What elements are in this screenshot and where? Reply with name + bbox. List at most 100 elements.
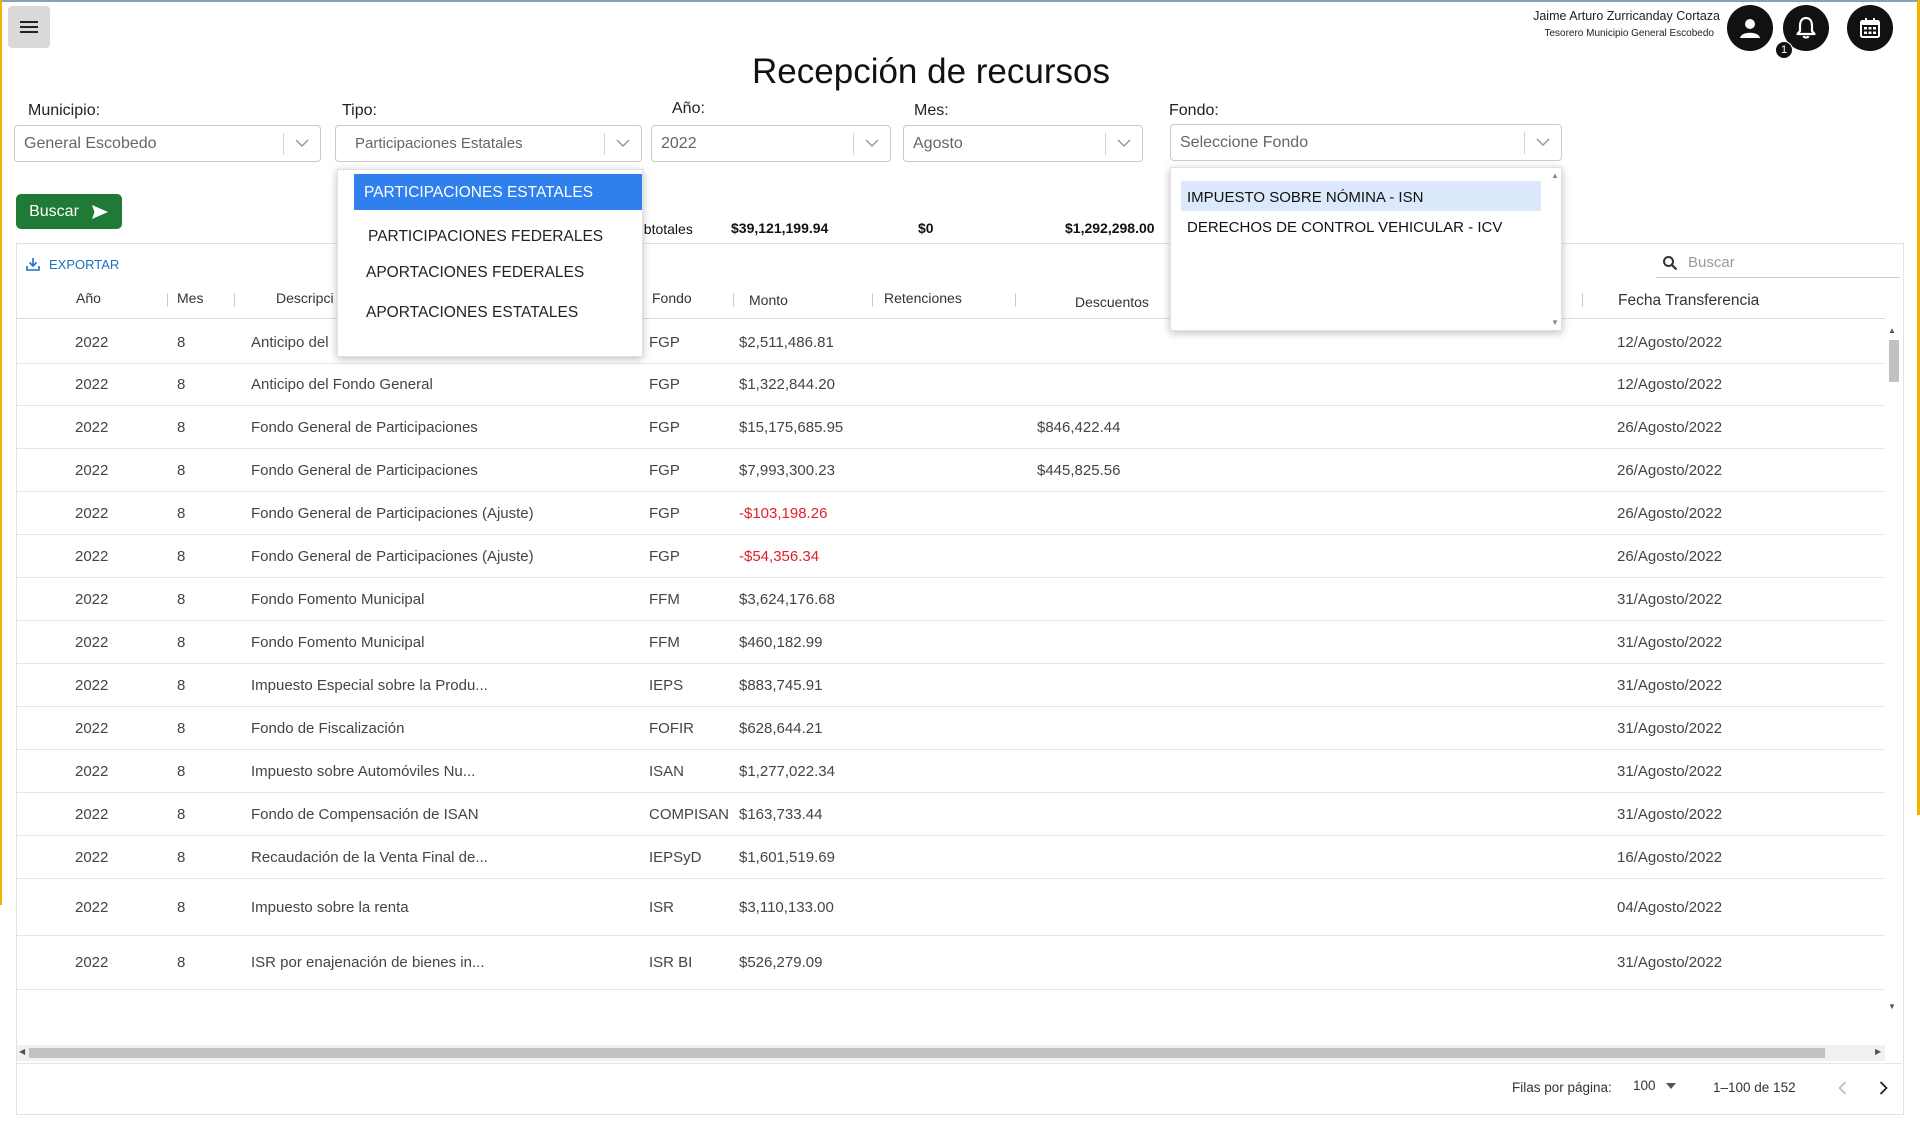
- fondo-select[interactable]: Seleccione Fondo: [1170, 124, 1562, 161]
- tipo-option[interactable]: APORTACIONES ESTATALES: [366, 304, 578, 322]
- cell-descripcion: Impuesto Especial sobre la Produ...: [251, 677, 488, 694]
- cell-mes: 8: [177, 376, 186, 393]
- cell-fondo: FGP: [649, 376, 680, 393]
- horizontal-scrollbar[interactable]: ◀ ▶: [17, 1045, 1885, 1061]
- column-header-mes[interactable]: Mes: [177, 290, 203, 306]
- account-button[interactable]: [1727, 5, 1773, 51]
- column-header-fondo[interactable]: Fondo: [652, 290, 692, 306]
- cell-descripcion: ISR por enajenación de bienes in...: [251, 954, 485, 971]
- tipo-option[interactable]: APORTACIONES FEDERALES: [366, 264, 584, 282]
- cell-fecha: 31/Agosto/2022: [1617, 806, 1723, 823]
- cell-fondo: FFM: [649, 634, 680, 651]
- table-row[interactable]: 2022 8 Impuesto sobre la renta ISR $3,110,13…: [17, 879, 1885, 936]
- search-input[interactable]: [1686, 253, 1866, 272]
- scrollbar-thumb[interactable]: [1889, 340, 1899, 382]
- municipio-select[interactable]: General Escobedo: [14, 125, 321, 162]
- cell-anio: 2022: [75, 462, 109, 479]
- column-header-anio[interactable]: Año: [76, 290, 101, 306]
- cell-fondo: ISAN: [649, 763, 685, 780]
- chevron-down-icon[interactable]: [605, 139, 641, 148]
- cell-fondo: FGP: [649, 334, 680, 351]
- bell-icon: [1796, 16, 1816, 39]
- table-row[interactable]: 2022 8 Fondo de Fiscalización FOFIR $628,644…: [17, 707, 1885, 750]
- fondo-dropdown: IMPUESTO SOBRE NÓMINA - ISN DERECHOS DE …: [1170, 167, 1562, 331]
- cell-anio: 2022: [75, 505, 109, 522]
- tipo-option[interactable]: PARTICIPACIONES FEDERALES: [368, 228, 603, 246]
- table-row[interactable]: 2022 8 Anticipo del Fondo General FGP $1,322…: [17, 364, 1885, 406]
- table-row[interactable]: 2022 8 Fondo Fomento Municipal FFM $460,182.…: [17, 621, 1885, 664]
- cell-fecha: 26/Agosto/2022: [1617, 419, 1723, 436]
- scrollbar-thumb[interactable]: [29, 1048, 1825, 1058]
- table-row[interactable]: 2022 8 ISR por enajenación de bienes in...…: [17, 936, 1885, 990]
- fondo-option[interactable]: IMPUESTO SOBRE NÓMINA - ISN: [1181, 181, 1541, 211]
- table-row[interactable]: 2022 8 Fondo General de Participaciones (A…: [17, 492, 1885, 535]
- cell-mes: 8: [177, 334, 186, 351]
- chevron-down-icon[interactable]: [1525, 138, 1561, 147]
- cell-fondo: IEPSyD: [649, 849, 702, 866]
- scroll-down-icon[interactable]: ▼: [1551, 318, 1559, 327]
- tipo-option[interactable]: PARTICIPACIONES ESTATALES: [354, 174, 642, 210]
- table-row[interactable]: 2022 8 Fondo General de Participaciones FGP…: [17, 449, 1885, 492]
- scroll-up-icon[interactable]: ▲: [1888, 326, 1896, 335]
- cell-mes: 8: [177, 899, 186, 916]
- cell-monto: $1,601,519.69: [739, 849, 835, 866]
- table-search[interactable]: [1656, 248, 1900, 278]
- tipo-value: Participaciones Estatales: [355, 135, 523, 152]
- municipio-value: General Escobedo: [24, 134, 157, 152]
- previous-page-button[interactable]: [1834, 1079, 1850, 1097]
- cell-descripcion: Impuesto sobre la renta: [251, 899, 409, 916]
- table-row[interactable]: 2022 8 Impuesto sobre Automóviles Nu... ISA…: [17, 750, 1885, 793]
- column-header-descripcion[interactable]: Descripci: [276, 290, 334, 306]
- next-page-button[interactable]: [1875, 1079, 1891, 1097]
- search-icon: [1663, 255, 1678, 270]
- cell-fondo: COMPISAN: [649, 806, 730, 823]
- cell-mes: 8: [177, 677, 186, 694]
- chevron-down-icon[interactable]: [1106, 139, 1142, 148]
- cell-mes: 8: [177, 720, 186, 737]
- caret-down-icon: [1665, 1082, 1676, 1089]
- cell-monto: $15,175,685.95: [739, 419, 844, 436]
- vertical-scrollbar[interactable]: ▲ ▼: [1886, 322, 1900, 1014]
- export-button[interactable]: EXPORTAR: [25, 256, 119, 272]
- cell-fecha: 31/Agosto/2022: [1617, 763, 1723, 780]
- fondo-option[interactable]: DERECHOS DE CONTROL VEHICULAR - ICV: [1187, 219, 1502, 236]
- table-row[interactable]: 2022 8 Fondo General de Participaciones (A…: [17, 535, 1885, 578]
- table-row[interactable]: 2022 8 Fondo de Compensación de ISAN COMPIS…: [17, 793, 1885, 836]
- cell-monto: $526,279.09: [739, 954, 823, 971]
- cell-mes: 8: [177, 505, 186, 522]
- window-left-border: [0, 0, 2, 905]
- menu-button[interactable]: [8, 6, 50, 48]
- tipo-select[interactable]: Participaciones Estatales: [335, 125, 642, 162]
- rows-per-page-select[interactable]: 100: [1633, 1078, 1676, 1093]
- table-row[interactable]: 2022 8 Recaudación de la Venta Final de...…: [17, 836, 1885, 879]
- scroll-up-icon[interactable]: ▲: [1551, 171, 1559, 180]
- cell-descripcion: Fondo Fomento Municipal: [251, 591, 425, 608]
- scroll-left-icon[interactable]: ◀: [19, 1047, 25, 1056]
- chevron-down-icon[interactable]: [854, 139, 890, 148]
- rows-per-page-value: 100: [1633, 1078, 1656, 1093]
- table-row[interactable]: 2022 8 Fondo General de Participaciones FGP…: [17, 406, 1885, 449]
- send-icon: [91, 204, 108, 219]
- column-header-descuentos[interactable]: Descuentos: [1075, 294, 1149, 310]
- column-header-retenciones[interactable]: Retenciones: [884, 290, 962, 306]
- cell-fecha: 16/Agosto/2022: [1617, 849, 1723, 866]
- scroll-down-icon[interactable]: ▼: [1888, 1002, 1896, 1011]
- calendar-button[interactable]: [1847, 5, 1893, 51]
- cell-anio: 2022: [75, 763, 109, 780]
- mes-select[interactable]: Agosto: [903, 125, 1143, 162]
- table-row[interactable]: 2022 8 Anticipo del FGP $2,511,486.81 12/Agos…: [17, 322, 1885, 364]
- cell-fecha: 31/Agosto/2022: [1617, 591, 1723, 608]
- cell-anio: 2022: [75, 548, 109, 565]
- cell-descripcion: Fondo Fomento Municipal: [251, 634, 425, 651]
- column-header-monto[interactable]: Monto: [749, 292, 788, 308]
- cell-fondo: FOFIR: [649, 720, 694, 737]
- chevron-down-icon[interactable]: [284, 139, 320, 148]
- cell-fondo: ISR: [649, 899, 675, 916]
- buscar-button[interactable]: Buscar: [16, 194, 122, 229]
- table-row[interactable]: 2022 8 Fondo Fomento Municipal FFM $3,624,17…: [17, 578, 1885, 621]
- scroll-right-icon[interactable]: ▶: [1875, 1047, 1881, 1056]
- anio-select[interactable]: 2022: [651, 125, 891, 162]
- column-header-fecha[interactable]: Fecha Transferencia: [1618, 292, 1759, 310]
- cell-anio: 2022: [75, 806, 109, 823]
- table-row[interactable]: 2022 8 Impuesto Especial sobre la Produ...…: [17, 664, 1885, 707]
